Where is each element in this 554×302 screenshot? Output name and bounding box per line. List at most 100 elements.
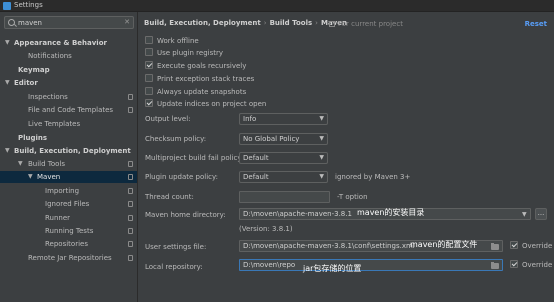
folder-icon[interactable] (491, 262, 499, 269)
checksum-policy-value: No Global Policy (243, 135, 300, 143)
checkbox-label: Work offline (157, 37, 199, 45)
checkbox[interactable] (510, 260, 518, 268)
sidebar-item-label: Build, Execution, Deployment (14, 147, 131, 155)
checkbox[interactable] (145, 48, 153, 56)
project-scope-icon (128, 107, 133, 113)
thread-count-label: Thread count: (145, 193, 194, 201)
local-repository-label: Local repository: (145, 263, 203, 271)
search-icon (8, 19, 15, 26)
checkbox[interactable] (510, 241, 518, 249)
plugin-update-hint: ignored by Maven 3+ (335, 173, 411, 181)
project-scope-icon (128, 161, 133, 167)
sidebar-item-keymap[interactable]: Keymap (0, 64, 137, 76)
sidebar-item-label: Repositories (45, 240, 88, 248)
search-input[interactable] (18, 18, 123, 28)
chevron-down-icon[interactable]: ▼ (522, 211, 527, 218)
checkbox-label: Override (522, 261, 553, 269)
sidebar-item-build-execution-deployment[interactable]: ▼ Build, Execution, Deployment (0, 145, 137, 157)
always-update-snapshots-checkbox[interactable]: Always update snapshots (145, 87, 246, 98)
expand-arrow-icon[interactable]: ▼ (5, 37, 10, 49)
sidebar-item-runner[interactable]: Runner (0, 212, 137, 224)
expand-arrow-icon[interactable]: ▼ (28, 171, 33, 183)
sidebar-item-label: Notifications (28, 52, 72, 60)
annotation-maven-home: maven的安装目录 (357, 208, 425, 217)
user-settings-label: User settings file: (145, 243, 207, 251)
sidebar-item-running-tests[interactable]: Running Tests (0, 225, 137, 237)
maven-version-label: (Version: 3.8.1) (239, 225, 293, 233)
project-scope-icon (329, 21, 335, 27)
local-repository-override-checkbox[interactable]: Override (510, 260, 552, 271)
sidebar-item-label: Appearance & Behavior (14, 39, 107, 47)
output-level-select[interactable]: Info ▼ (239, 113, 328, 125)
multiproject-fail-policy-value: Default (243, 154, 269, 162)
plugin-update-policy-select[interactable]: Default ▼ (239, 171, 328, 183)
sidebar-item-label: Plugins (18, 134, 48, 142)
multiproject-fail-policy-label: Multiproject build fail policy: (145, 154, 244, 162)
chevron-down-icon: ▼ (319, 154, 324, 161)
sidebar-item-build-tools[interactable]: ▼ Build Tools (0, 158, 137, 170)
sidebar-item-remote-jar-repositories[interactable]: Remote Jar Repositories (0, 252, 137, 264)
sidebar-item-maven[interactable]: ▼ Maven (0, 171, 137, 183)
clear-icon[interactable]: ✕ (124, 18, 130, 26)
checkbox-label: Override (522, 242, 553, 250)
expand-arrow-icon[interactable]: ▼ (5, 145, 10, 157)
breadcrumb-item: Build Tools (269, 19, 313, 27)
breadcrumb-item: Build, Execution, Deployment (144, 19, 261, 27)
checkbox-label: Use plugin registry (157, 49, 224, 57)
plugin-update-policy-label: Plugin update policy: (145, 173, 218, 181)
checksum-policy-label: Checksum policy: (145, 135, 207, 143)
print-exception-stack-traces-checkbox[interactable]: Print exception stack traces (145, 74, 254, 85)
update-indices-checkbox[interactable]: Update indices on project open (145, 99, 266, 110)
sidebar-item-appearance-behavior[interactable]: ▼ Appearance & Behavior (0, 37, 137, 49)
annotation-settings-file: maven的配置文件 (410, 240, 478, 249)
sidebar-item-plugins[interactable]: Plugins (0, 132, 137, 144)
output-level-label: Output level: (145, 115, 191, 123)
chevron-down-icon: ▼ (319, 135, 324, 142)
checkbox-label: Print exception stack traces (157, 75, 255, 83)
maven-settings-panel: Build, Execution, Deployment › Build Tools… (139, 12, 554, 302)
sidebar-item-label: Maven (37, 173, 61, 181)
use-plugin-registry-checkbox[interactable]: Use plugin registry (145, 48, 223, 59)
sidebar-item-ignored-files[interactable]: Ignored Files (0, 198, 137, 210)
project-scope-icon (128, 201, 133, 207)
execute-goals-recursively-checkbox[interactable]: Execute goals recursively (145, 61, 246, 72)
sidebar-item-label: Remote Jar Repositories (28, 254, 112, 262)
browse-button[interactable]: ... (535, 208, 547, 220)
folder-icon[interactable] (491, 243, 499, 250)
sidebar-item-importing[interactable]: Importing (0, 185, 137, 197)
checkbox[interactable] (145, 61, 153, 69)
local-repository-input[interactable]: D:\moven\repo (239, 259, 503, 271)
user-settings-override-checkbox[interactable]: Override (510, 241, 552, 252)
reset-link[interactable]: Reset (525, 20, 547, 28)
breadcrumb: Build, Execution, Deployment › Build Tools… (144, 19, 347, 27)
sidebar-item-label: Live Templates (28, 120, 81, 128)
thread-count-input[interactable] (239, 191, 330, 203)
multiproject-fail-policy-select[interactable]: Default ▼ (239, 152, 328, 164)
thread-count-hint: -T option (337, 193, 368, 201)
checksum-policy-select[interactable]: No Global Policy ▼ (239, 133, 328, 145)
sidebar-item-label: Running Tests (45, 227, 94, 235)
sidebar-item-label: Ignored Files (45, 200, 90, 208)
checkbox[interactable] (145, 36, 153, 44)
sidebar-item-label: Runner (45, 214, 71, 222)
sidebar-item-notifications[interactable]: Notifications (0, 50, 137, 62)
sidebar-item-label: Keymap (18, 66, 50, 74)
sidebar-item-repositories[interactable]: Repositories (0, 238, 137, 250)
sidebar-item-editor[interactable]: ▼ Editor (0, 77, 137, 89)
expand-arrow-icon[interactable]: ▼ (18, 158, 23, 170)
checkbox[interactable] (145, 74, 153, 82)
project-scope-icon (128, 241, 133, 247)
sidebar-item-live-templates[interactable]: Live Templates (0, 118, 137, 130)
for-current-project-label: For current project (338, 20, 403, 28)
sidebar-item-label: Editor (14, 79, 38, 87)
work-offline-checkbox[interactable]: Work offline (145, 36, 199, 47)
checkbox[interactable] (145, 99, 153, 107)
expand-arrow-icon[interactable]: ▼ (5, 77, 10, 89)
settings-search-box[interactable]: ✕ (4, 16, 134, 29)
settings-sidebar: ✕ ▼ Appearance & Behavior Notifications … (0, 12, 138, 302)
breadcrumb-separator: › (263, 19, 267, 27)
sidebar-item-inspections[interactable]: Inspections (0, 91, 137, 103)
sidebar-item-label: Build Tools (28, 160, 66, 168)
checkbox[interactable] (145, 87, 153, 95)
sidebar-item-file-code-templates[interactable]: File and Code Templates (0, 104, 137, 116)
